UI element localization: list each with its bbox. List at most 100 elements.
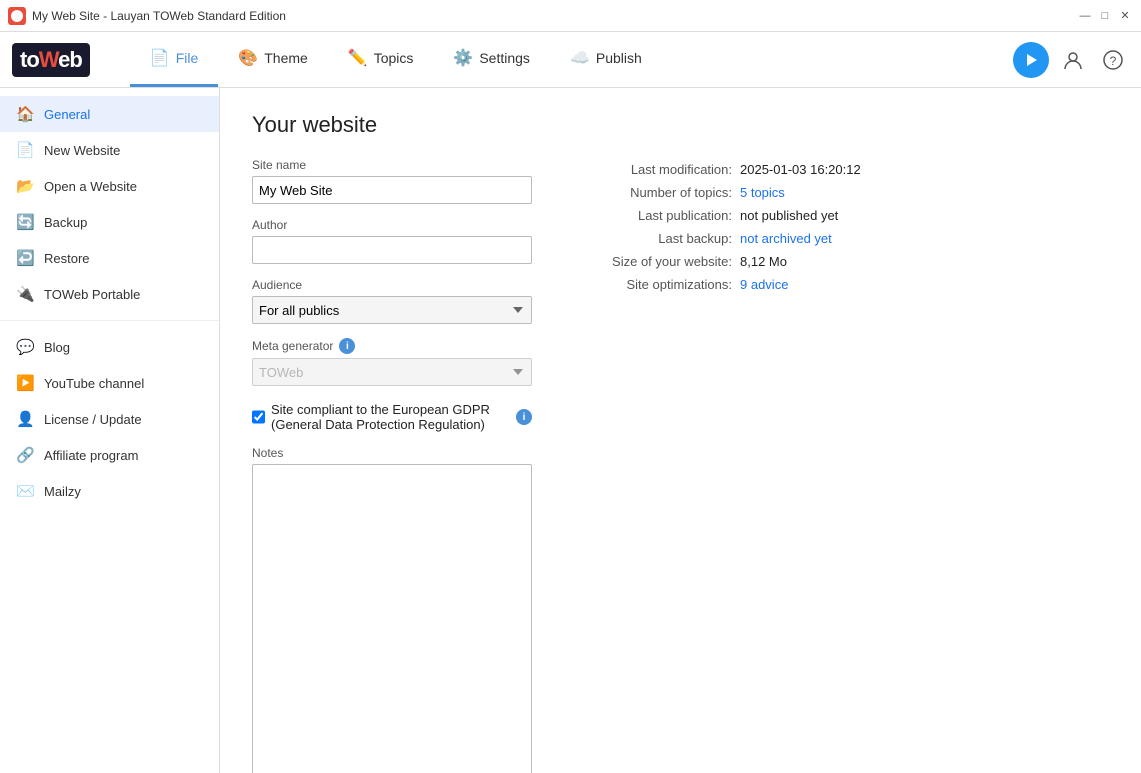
info-last-publication: Last publication: not published yet	[572, 208, 1109, 223]
close-button[interactable]: ✕	[1117, 8, 1133, 24]
tab-settings[interactable]: ⚙️ Settings	[433, 32, 550, 87]
meta-generator-label-row: Meta generator i	[252, 338, 532, 354]
notes-textarea[interactable]	[252, 464, 532, 773]
info-number-of-topics: Number of topics: 5 topics	[572, 185, 1109, 200]
tab-file-label: File	[176, 50, 199, 66]
sidebar-divider	[0, 320, 219, 321]
gdpr-checkbox[interactable]	[252, 410, 265, 424]
tab-publish[interactable]: ☁️ Publish	[550, 32, 662, 87]
sidebar-item-mailzy[interactable]: ✉️ Mailzy	[0, 473, 219, 509]
tab-topics[interactable]: ✏️ Topics	[328, 32, 434, 87]
tab-settings-label: Settings	[479, 50, 530, 66]
sidebar-item-portable-label: TOWeb Portable	[44, 287, 140, 302]
tab-publish-label: Publish	[596, 50, 642, 66]
gdpr-info-icon[interactable]: i	[516, 409, 532, 425]
sidebar-item-restore[interactable]: ↩️ Restore	[0, 240, 219, 276]
sidebar-item-open-website-label: Open a Website	[44, 179, 137, 194]
tab-theme-label: Theme	[264, 50, 308, 66]
tab-theme[interactable]: 🎨 Theme	[218, 32, 328, 87]
info-size: Size of your website: 8,12 Mo	[572, 254, 1109, 269]
number-of-topics-label: Number of topics:	[572, 185, 732, 200]
sidebar-item-blog[interactable]: 💬 Blog	[0, 329, 219, 365]
last-backup-label: Last backup:	[572, 231, 732, 246]
info-section: Last modification: 2025-01-03 16:20:12 N…	[572, 158, 1109, 773]
account-button[interactable]	[1057, 44, 1089, 76]
window-controls: — □ ✕	[1077, 8, 1133, 24]
logo-text: toWeb	[12, 43, 90, 77]
open-website-icon: 📂	[16, 177, 34, 195]
gdpr-row: Site compliant to the European GDPR (Gen…	[252, 402, 532, 432]
content-grid: Site name Author Audience For all public…	[252, 158, 1109, 773]
size-label: Size of your website:	[572, 254, 732, 269]
site-name-group: Site name	[252, 158, 532, 204]
author-input[interactable]	[252, 236, 532, 264]
help-button[interactable]: ?	[1097, 44, 1129, 76]
last-publication-label: Last publication:	[572, 208, 732, 223]
gdpr-label: Site compliant to the European GDPR (Gen…	[271, 402, 510, 432]
site-name-label: Site name	[252, 158, 532, 172]
sidebar-item-backup[interactable]: 🔄 Backup	[0, 204, 219, 240]
sidebar-item-general[interactable]: 🏠 General	[0, 96, 219, 132]
audience-select[interactable]: For all publics Adults only	[252, 296, 532, 324]
portable-icon: 🔌	[16, 285, 34, 303]
sidebar-item-affiliate[interactable]: 🔗 Affiliate program	[0, 437, 219, 473]
author-label: Author	[252, 218, 532, 232]
sidebar-item-blog-label: Blog	[44, 340, 70, 355]
main-layout: 🏠 General 📄 New Website 📂 Open a Website…	[0, 88, 1141, 773]
last-publication-value: not published yet	[740, 208, 838, 223]
blog-icon: 💬	[16, 338, 34, 356]
sidebar-item-new-website[interactable]: 📄 New Website	[0, 132, 219, 168]
sidebar-item-license-label: License / Update	[44, 412, 142, 427]
nav-right-buttons: ?	[1013, 42, 1129, 78]
publish-icon: ☁️	[570, 48, 590, 68]
meta-generator-group: Meta generator i TOWeb	[252, 338, 532, 386]
sidebar-item-affiliate-label: Affiliate program	[44, 448, 138, 463]
audience-label: Audience	[252, 278, 532, 292]
new-website-icon: 📄	[16, 141, 34, 159]
affiliate-icon: 🔗	[16, 446, 34, 464]
sidebar-item-backup-label: Backup	[44, 215, 87, 230]
mailzy-icon: ✉️	[16, 482, 34, 500]
maximize-button[interactable]: □	[1097, 8, 1113, 24]
meta-generator-info-icon[interactable]: i	[339, 338, 355, 354]
info-optimizations: Site optimizations: 9 advice	[572, 277, 1109, 292]
meta-generator-label: Meta generator	[252, 339, 333, 353]
number-of-topics-value[interactable]: 5 topics	[740, 185, 785, 200]
sidebar-item-general-label: General	[44, 107, 90, 122]
author-group: Author	[252, 218, 532, 264]
sidebar-item-youtube-label: YouTube channel	[44, 376, 144, 391]
page-title: Your website	[252, 112, 1109, 138]
svg-text:?: ?	[1110, 54, 1117, 68]
content-area: Your website Site name Author Audience F…	[220, 88, 1141, 773]
sidebar-item-toweb-portable[interactable]: 🔌 TOWeb Portable	[0, 276, 219, 312]
sidebar-item-youtube[interactable]: ▶️ YouTube channel	[0, 365, 219, 401]
home-icon: 🏠	[16, 105, 34, 123]
optimizations-label: Site optimizations:	[572, 277, 732, 292]
window-title: My Web Site - Lauyan TOWeb Standard Edit…	[32, 9, 1077, 23]
sidebar-item-new-website-label: New Website	[44, 143, 120, 158]
minimize-button[interactable]: —	[1077, 8, 1093, 24]
youtube-icon: ▶️	[16, 374, 34, 392]
theme-icon: 🎨	[238, 48, 258, 68]
size-value: 8,12 Mo	[740, 254, 787, 269]
preview-button[interactable]	[1013, 42, 1049, 78]
tab-topics-label: Topics	[374, 50, 414, 66]
sidebar-item-restore-label: Restore	[44, 251, 90, 266]
last-modification-value: 2025-01-03 16:20:12	[740, 162, 861, 177]
restore-icon: ↩️	[16, 249, 34, 267]
license-icon: 👤	[16, 410, 34, 428]
notes-label: Notes	[252, 446, 532, 460]
topics-icon: ✏️	[348, 48, 368, 68]
sidebar-item-open-website[interactable]: 📂 Open a Website	[0, 168, 219, 204]
file-icon: 📄	[150, 48, 170, 68]
tab-file[interactable]: 📄 File	[130, 32, 218, 87]
meta-generator-select[interactable]: TOWeb	[252, 358, 532, 386]
site-name-input[interactable]	[252, 176, 532, 204]
info-last-backup: Last backup: not archived yet	[572, 231, 1109, 246]
app-logo: toWeb	[12, 43, 90, 77]
last-backup-value[interactable]: not archived yet	[740, 231, 832, 246]
sidebar-item-mailzy-label: Mailzy	[44, 484, 81, 499]
settings-icon: ⚙️	[453, 48, 473, 68]
optimizations-value[interactable]: 9 advice	[740, 277, 788, 292]
sidebar-item-license[interactable]: 👤 License / Update	[0, 401, 219, 437]
